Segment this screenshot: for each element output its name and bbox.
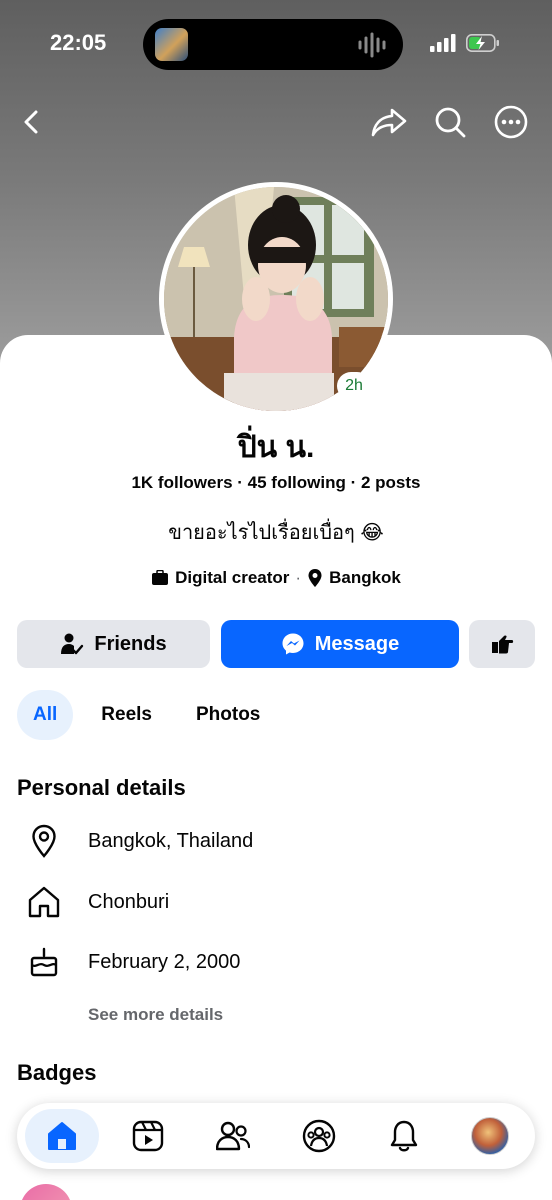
detail-hometown: Chonburi: [20, 882, 169, 922]
profile-category: Digital creator: [175, 568, 290, 587]
nav-notifications[interactable]: [367, 1109, 441, 1163]
nav-profile[interactable]: [453, 1109, 527, 1163]
message-button-label: Message: [314, 632, 400, 655]
friend-check-icon: [61, 633, 84, 655]
chevron-left-icon: [24, 110, 38, 134]
profile-location: Bangkok: [329, 568, 401, 587]
nav-video[interactable]: [111, 1109, 185, 1163]
briefcase-icon: [152, 570, 169, 585]
friends-button[interactable]: Friends: [17, 620, 210, 668]
poke-hand-icon: [492, 635, 514, 654]
story-age-badge: 2h: [337, 372, 371, 400]
nav-groups[interactable]: [282, 1109, 356, 1163]
birthday-cake-icon: [30, 947, 58, 977]
profile-bio: ขายอะไรไปเรื่อยเบื่อๆ 😂: [168, 522, 384, 544]
home-icon: [28, 886, 60, 918]
now-playing-thumbnail: [155, 28, 188, 61]
profile-meta: Digital creator · Bangkok: [0, 568, 552, 588]
tab-reels[interactable]: Reels: [85, 690, 168, 740]
friends-icon: [216, 1121, 251, 1151]
profile-more-button[interactable]: [469, 620, 535, 668]
search-button[interactable]: [428, 100, 472, 144]
content-tabs: All Reels Photos: [17, 690, 276, 740]
search-icon: [435, 107, 466, 138]
status-time: 22:05: [50, 30, 107, 55]
messenger-icon: [282, 633, 304, 655]
personal-details-title: Personal details: [17, 775, 186, 800]
groups-icon: [302, 1119, 335, 1153]
more-options-button[interactable]: [489, 100, 533, 144]
dynamic-island[interactable]: [143, 19, 403, 70]
badges-title: Badges: [17, 1060, 97, 1085]
tab-photos[interactable]: Photos: [180, 690, 276, 740]
detail-birthday: February 2, 2000: [20, 942, 240, 982]
detail-birthday-text: February 2, 2000: [88, 950, 241, 973]
location-pin-icon: [32, 824, 56, 858]
home-icon: [48, 1122, 76, 1150]
detail-current-city: Bangkok, Thailand: [20, 821, 253, 861]
profile-stats[interactable]: 1K followers · 45 following · 2 posts: [0, 473, 552, 493]
battery-charging-icon: [466, 34, 499, 52]
back-button[interactable]: [10, 100, 54, 144]
status-bar: 22:05: [0, 0, 552, 90]
detail-hometown-text: Chonburi: [88, 890, 170, 913]
detail-current-city-text: Bangkok, Thailand: [88, 829, 254, 852]
status-indicators: [430, 34, 500, 52]
profile-avatar: [470, 1117, 509, 1155]
more-dots-icon: [494, 105, 528, 139]
signal-icon: [430, 34, 456, 52]
meta-separator: ·: [295, 568, 302, 587]
tab-all[interactable]: All: [17, 690, 74, 740]
bottom-navigation: [17, 1103, 535, 1169]
nav-home[interactable]: [25, 1109, 99, 1163]
message-button[interactable]: Message: [221, 620, 459, 668]
audio-waveform-icon: [358, 32, 386, 58]
see-more-details-link[interactable]: See more details: [88, 1005, 223, 1025]
friends-button-label: Friends: [94, 632, 167, 655]
location-pin-small-icon: [308, 569, 322, 587]
share-button[interactable]: [367, 100, 411, 144]
nav-friends[interactable]: [196, 1109, 270, 1163]
share-arrow-icon: [371, 108, 407, 137]
profile-name: ปิ่น น.: [237, 431, 315, 464]
video-icon: [132, 1120, 163, 1152]
notifications-icon: [391, 1120, 418, 1152]
